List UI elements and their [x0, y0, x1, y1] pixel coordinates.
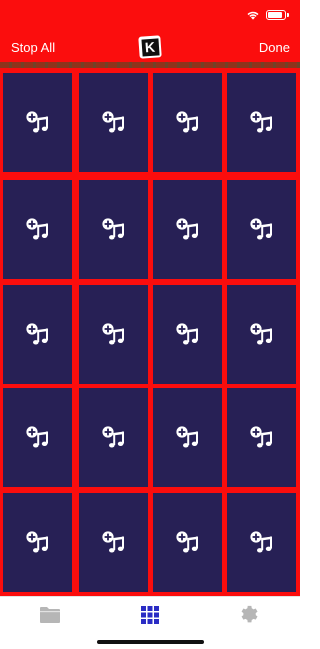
sound-pad[interactable] [3, 73, 72, 172]
logo-letter: K [140, 37, 160, 57]
sound-pad[interactable] [79, 285, 148, 384]
sound-pad[interactable] [227, 285, 296, 384]
sound-pad[interactable] [3, 285, 72, 384]
add-music-icon [175, 530, 198, 552]
add-music-icon [249, 530, 272, 552]
sound-pad-grid [0, 68, 300, 596]
home-indicator [97, 640, 204, 644]
sound-pad[interactable] [3, 388, 72, 487]
add-music-icon [101, 217, 124, 239]
wifi-icon [247, 11, 259, 20]
sound-pad[interactable] [79, 180, 148, 279]
add-music-icon [101, 425, 124, 447]
add-music-icon [101, 110, 124, 132]
add-music-icon [25, 217, 48, 239]
stop-all-button[interactable]: Stop All [11, 40, 55, 55]
add-music-icon [101, 530, 124, 552]
folder-icon [40, 607, 60, 623]
tab-grid[interactable] [138, 603, 162, 627]
sound-pad[interactable] [79, 493, 148, 592]
grid-icon [141, 606, 159, 624]
sound-pad[interactable] [153, 73, 222, 172]
add-music-icon [249, 322, 272, 344]
add-music-icon [175, 322, 198, 344]
sound-pad[interactable] [227, 493, 296, 592]
nav-bar: Stop All K Done [0, 34, 300, 62]
add-music-icon [101, 322, 124, 344]
tab-settings[interactable] [237, 603, 261, 627]
top-bar: Stop All K Done [0, 0, 300, 68]
sound-pad[interactable] [153, 388, 222, 487]
sound-pad[interactable] [227, 388, 296, 487]
add-music-icon [249, 425, 272, 447]
add-music-icon [249, 217, 272, 239]
done-button[interactable]: Done [259, 40, 290, 55]
add-music-icon [25, 322, 48, 344]
sound-pad[interactable] [227, 180, 296, 279]
sound-pad[interactable] [227, 73, 296, 172]
sound-pad[interactable] [79, 73, 148, 172]
add-music-icon [175, 110, 198, 132]
sound-pad[interactable] [153, 180, 222, 279]
app-logo: K [138, 35, 162, 59]
gear-icon [241, 605, 258, 623]
tab-files[interactable] [38, 603, 62, 627]
battery-icon [266, 10, 289, 20]
add-music-icon [175, 425, 198, 447]
add-music-icon [25, 530, 48, 552]
sound-pad[interactable] [79, 388, 148, 487]
status-bar [0, 0, 300, 30]
add-music-icon [249, 110, 272, 132]
sound-pad[interactable] [153, 285, 222, 384]
sound-pad[interactable] [3, 180, 72, 279]
add-music-icon [25, 425, 48, 447]
sound-pad[interactable] [3, 493, 72, 592]
status-icons [246, 10, 289, 20]
sound-pad[interactable] [153, 493, 222, 592]
add-music-icon [25, 110, 48, 132]
add-music-icon [175, 217, 198, 239]
